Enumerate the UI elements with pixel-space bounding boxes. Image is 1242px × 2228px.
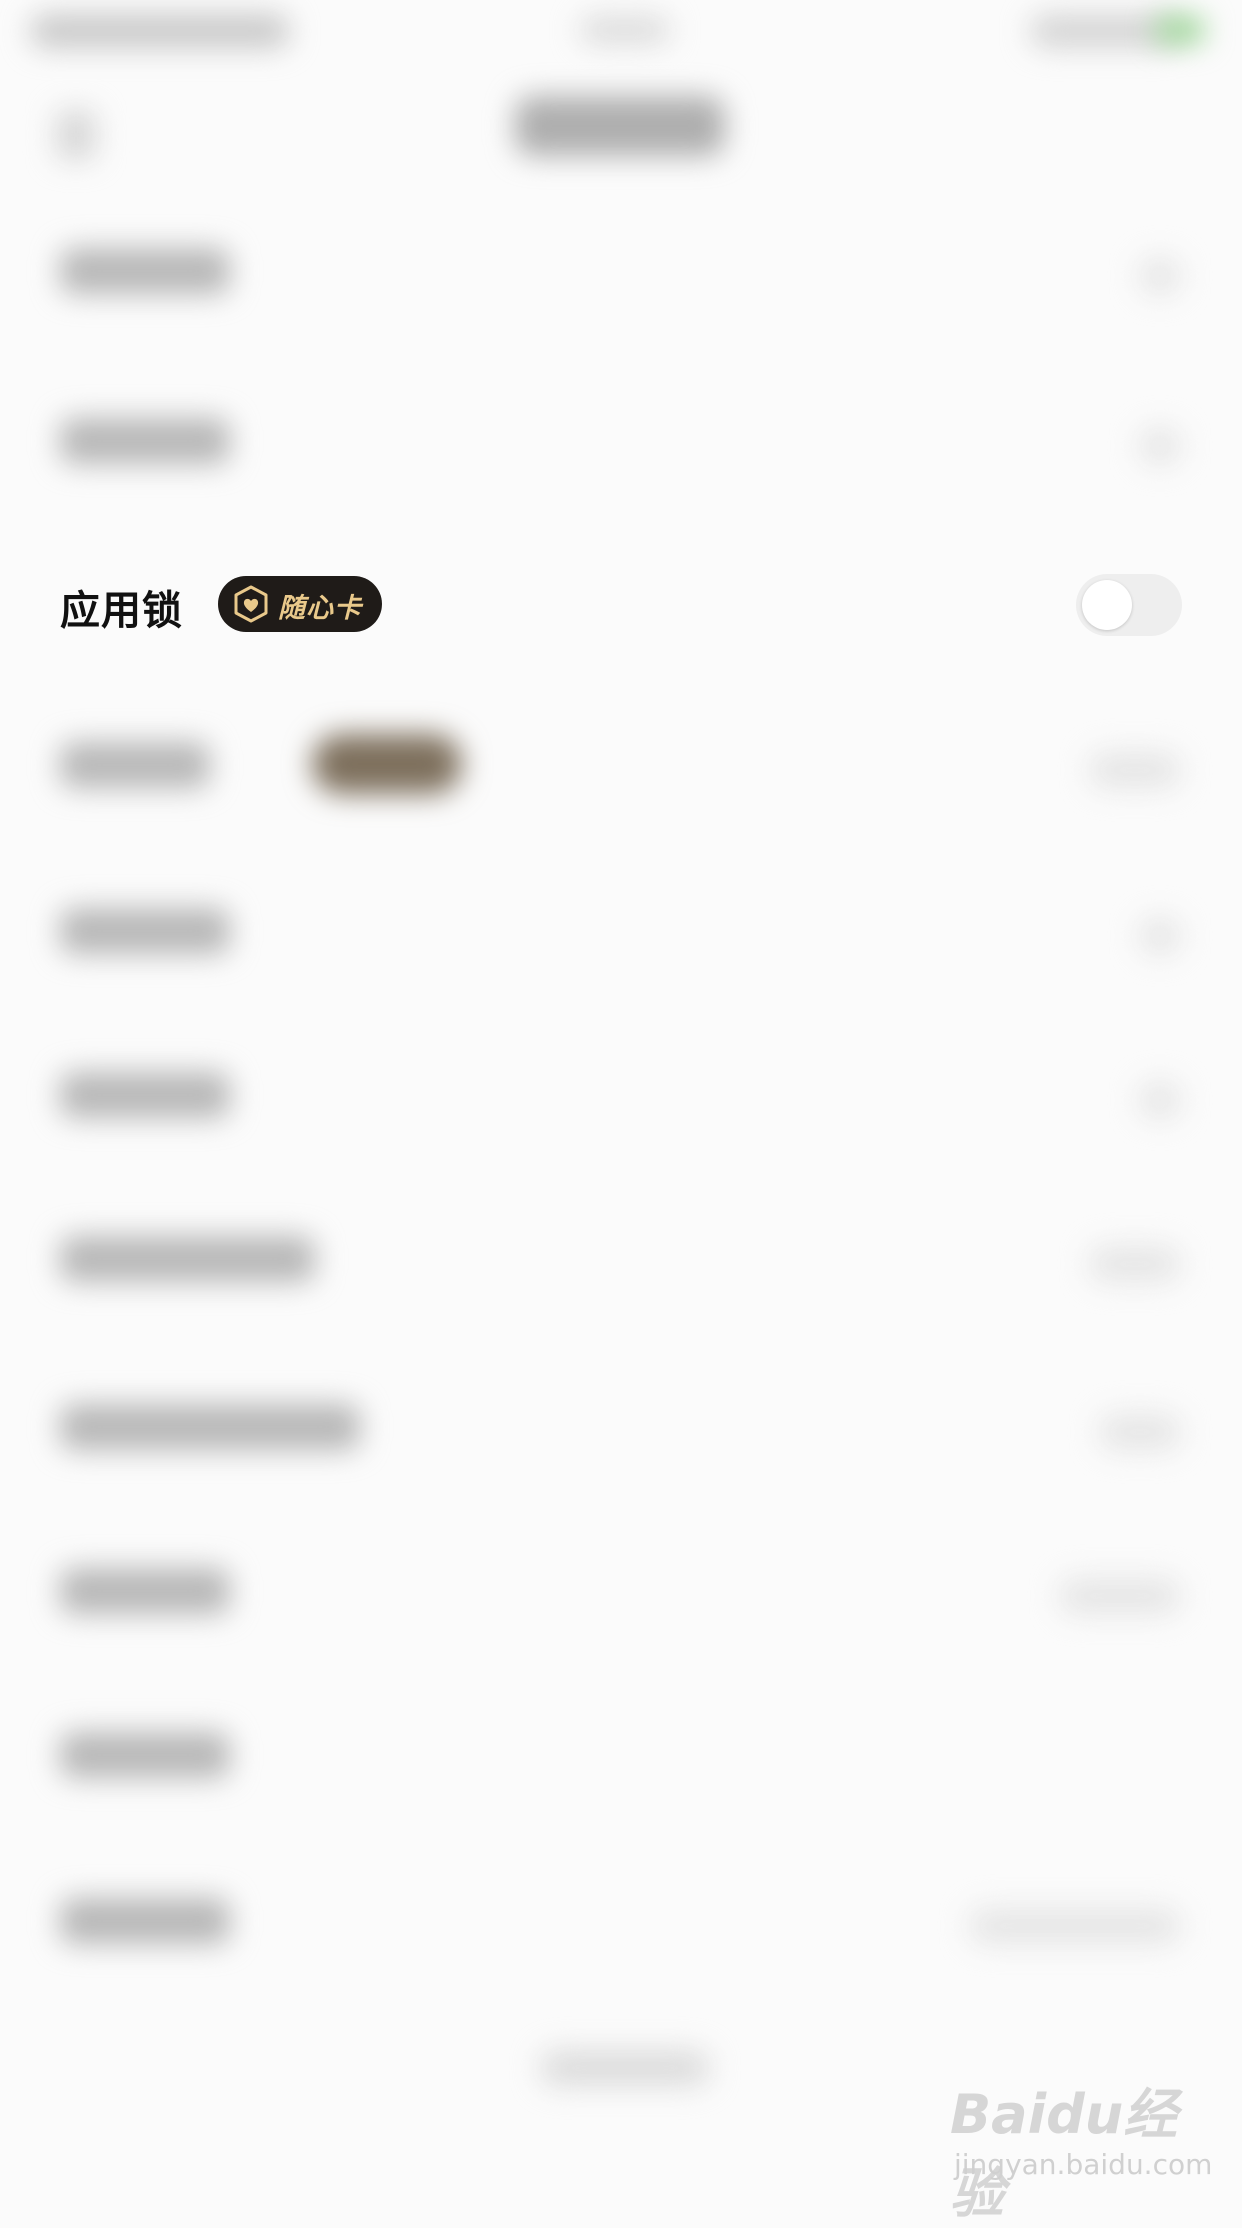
toggle-knob <box>1082 580 1132 630</box>
status-bar-left <box>30 14 290 48</box>
list-item[interactable] <box>60 742 210 788</box>
list-item[interactable] <box>60 1236 315 1282</box>
app-lock-row[interactable]: 应用锁 随心卡 <box>0 560 1242 650</box>
list-item-value <box>970 1908 1180 1944</box>
list-item[interactable] <box>60 248 230 294</box>
list-item-chevron <box>1140 1082 1180 1118</box>
list-item-chevron <box>1140 918 1180 954</box>
list-item[interactable] <box>60 908 230 954</box>
list-item-value <box>1090 1246 1180 1282</box>
list-item-chevron <box>1140 258 1180 294</box>
shield-heart-icon <box>234 585 268 623</box>
app-lock-toggle[interactable] <box>1076 574 1182 636</box>
list-item[interactable] <box>60 1072 230 1118</box>
list-item-value <box>1100 1414 1180 1450</box>
list-item-chevron <box>1140 428 1180 464</box>
list-item[interactable] <box>60 1568 230 1614</box>
watermark-url: jingyan.baidu.com <box>954 2148 1213 2181</box>
card-badge[interactable]: 随心卡 <box>218 576 382 632</box>
list-item[interactable] <box>60 1732 230 1778</box>
back-arrow-icon[interactable] <box>56 110 96 160</box>
list-item[interactable] <box>60 1898 230 1944</box>
list-item-value <box>1060 1578 1180 1614</box>
bottom-button[interactable] <box>540 2050 710 2086</box>
battery-icon <box>1155 16 1205 44</box>
card-badge-label: 随心卡 <box>278 593 362 624</box>
app-lock-label: 应用锁 <box>60 588 183 634</box>
list-item-badge <box>312 734 462 794</box>
list-item-value <box>1090 752 1180 788</box>
page-title <box>515 96 725 156</box>
list-item[interactable] <box>60 418 230 464</box>
status-bar-center <box>580 16 670 44</box>
list-item[interactable] <box>60 1404 360 1450</box>
watermark: Baidu经验 jingyan.baidu.com <box>950 2070 1212 2225</box>
